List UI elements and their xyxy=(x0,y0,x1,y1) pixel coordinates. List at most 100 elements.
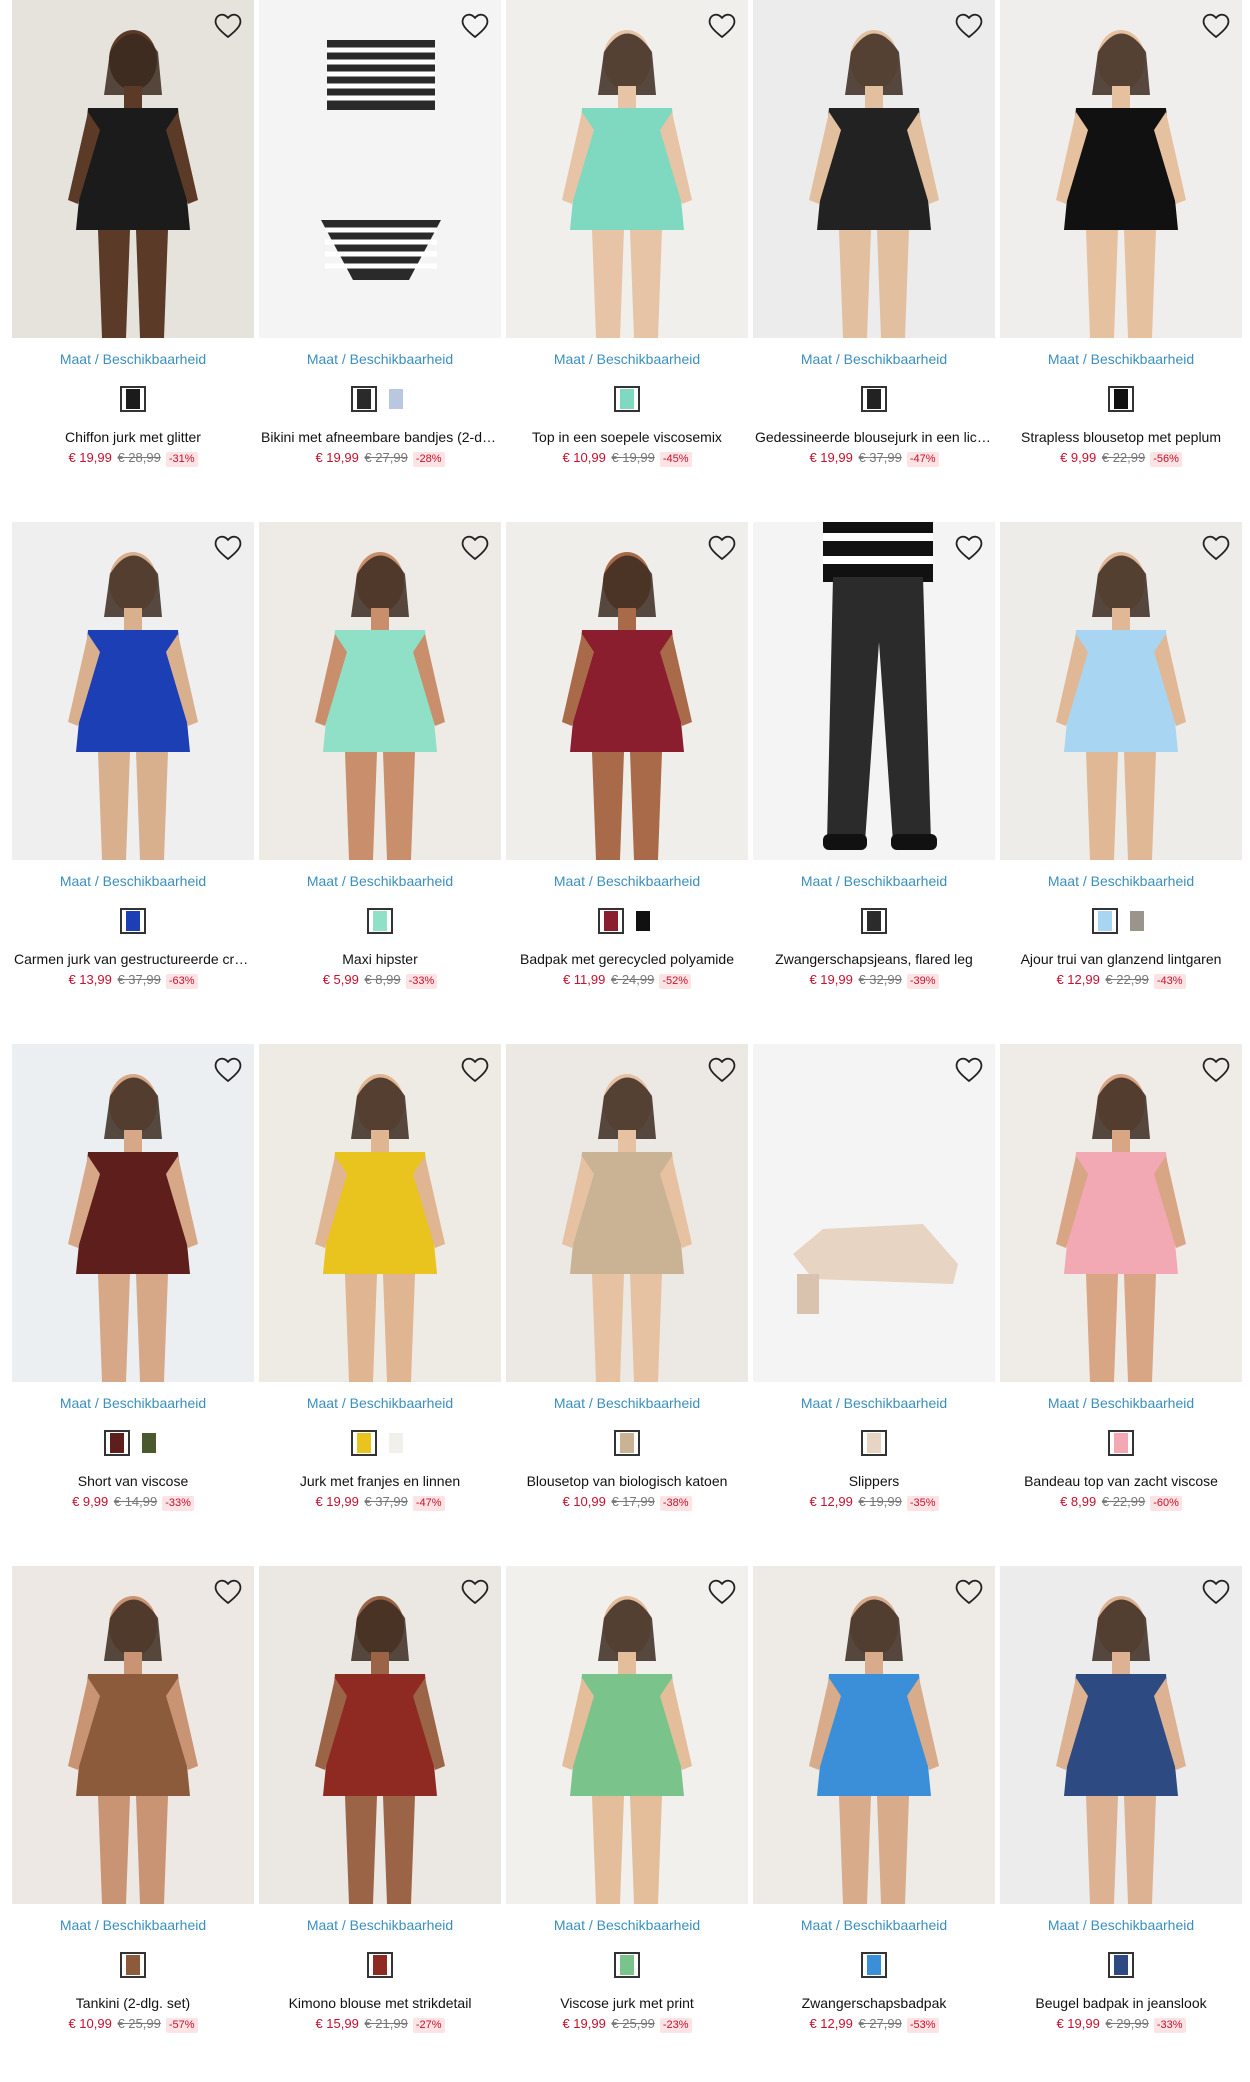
color-swatch[interactable] xyxy=(861,1952,887,1978)
size-availability-link[interactable]: Maat / Beschikbaarheid xyxy=(1000,872,1242,890)
wishlist-button[interactable] xyxy=(459,532,491,564)
product-name[interactable]: Kimono blouse met strikdetail xyxy=(259,1994,501,2012)
color-swatch[interactable] xyxy=(120,1952,146,1978)
wishlist-button[interactable] xyxy=(953,10,985,42)
color-swatch[interactable] xyxy=(1108,1430,1134,1456)
product-name[interactable]: Chiffon jurk met glitter xyxy=(12,428,254,446)
product-name[interactable]: Viscose jurk met print xyxy=(506,1994,748,2012)
product-name[interactable]: Blousetop van biologisch katoen xyxy=(506,1472,748,1490)
product-image[interactable] xyxy=(12,1566,254,1904)
color-swatch[interactable] xyxy=(136,1430,162,1456)
color-swatch[interactable] xyxy=(1124,908,1150,934)
size-availability-link[interactable]: Maat / Beschikbaarheid xyxy=(506,1394,748,1412)
size-availability-link[interactable]: Maat / Beschikbaarheid xyxy=(506,1916,748,1934)
wishlist-button[interactable] xyxy=(212,1054,244,1086)
product-card[interactable]: Maat / Beschikbaarheid Slippers € 12,99 € … xyxy=(753,1044,995,1524)
product-name[interactable]: Jurk met franjes en linnen xyxy=(259,1472,501,1490)
size-availability-link[interactable]: Maat / Beschikbaarheid xyxy=(12,1916,254,1934)
color-swatch[interactable] xyxy=(120,386,146,412)
color-swatch[interactable] xyxy=(630,908,656,934)
size-availability-link[interactable]: Maat / Beschikbaarheid xyxy=(259,872,501,890)
wishlist-button[interactable] xyxy=(706,1576,738,1608)
product-image[interactable] xyxy=(1000,1044,1242,1382)
color-swatch[interactable] xyxy=(614,386,640,412)
size-availability-link[interactable]: Maat / Beschikbaarheid xyxy=(1000,1394,1242,1412)
product-card[interactable]: Maat / Beschikbaarheid Badpak met gerecyc… xyxy=(506,522,748,1002)
product-image[interactable] xyxy=(12,0,254,338)
size-availability-link[interactable]: Maat / Beschikbaarheid xyxy=(259,1394,501,1412)
product-card[interactable]: Maat / Beschikbaarheid Short van viscose €… xyxy=(12,1044,254,1524)
wishlist-button[interactable] xyxy=(212,532,244,564)
size-availability-link[interactable]: Maat / Beschikbaarheid xyxy=(259,350,501,368)
product-name[interactable]: Beugel badpak in jeanslook xyxy=(1000,1994,1242,2012)
product-name[interactable]: Ajour trui van glanzend lintgaren xyxy=(1000,950,1242,968)
size-availability-link[interactable]: Maat / Beschikbaarheid xyxy=(506,872,748,890)
product-image[interactable] xyxy=(1000,0,1242,338)
product-card[interactable]: Maat / Beschikbaarheid Maxi hipster € 5,99… xyxy=(259,522,501,1002)
product-name[interactable]: Top in een soepele viscosemix xyxy=(506,428,748,446)
product-image[interactable] xyxy=(1000,522,1242,860)
color-swatch[interactable] xyxy=(861,908,887,934)
wishlist-button[interactable] xyxy=(1200,1054,1232,1086)
color-swatch[interactable] xyxy=(1108,1952,1134,1978)
size-availability-link[interactable]: Maat / Beschikbaarheid xyxy=(753,1394,995,1412)
product-image[interactable] xyxy=(506,522,748,860)
size-availability-link[interactable]: Maat / Beschikbaarheid xyxy=(12,1394,254,1412)
product-name[interactable]: Strapless blousetop met peplum xyxy=(1000,428,1242,446)
product-name[interactable]: Slippers xyxy=(753,1472,995,1490)
product-card[interactable]: Maat / Beschikbaarheid Bikini met afneemb… xyxy=(259,0,501,480)
product-name[interactable]: Zwangerschapsbadpak xyxy=(753,1994,995,2012)
size-availability-link[interactable]: Maat / Beschikbaarheid xyxy=(12,350,254,368)
wishlist-button[interactable] xyxy=(706,1054,738,1086)
wishlist-button[interactable] xyxy=(1200,10,1232,42)
product-image[interactable] xyxy=(506,1044,748,1382)
color-swatch[interactable] xyxy=(367,1952,393,1978)
product-card[interactable]: Maat / Beschikbaarheid Jurk met franjes e… xyxy=(259,1044,501,1524)
product-card[interactable]: Maat / Beschikbaarheid Ajour trui van gla… xyxy=(1000,522,1242,1002)
product-card[interactable]: Maat / Beschikbaarheid Carmen jurk van ge… xyxy=(12,522,254,1002)
color-swatch[interactable] xyxy=(351,1430,377,1456)
size-availability-link[interactable]: Maat / Beschikbaarheid xyxy=(753,350,995,368)
color-swatch[interactable] xyxy=(614,1952,640,1978)
product-name[interactable]: Bandeau top van zacht viscose xyxy=(1000,1472,1242,1490)
wishlist-button[interactable] xyxy=(706,532,738,564)
product-card[interactable]: Maat / Beschikbaarheid Zwangerschapsbadpa… xyxy=(753,1566,995,2046)
wishlist-button[interactable] xyxy=(706,10,738,42)
color-swatch[interactable] xyxy=(104,1430,130,1456)
product-image[interactable] xyxy=(1000,1566,1242,1904)
color-swatch[interactable] xyxy=(861,386,887,412)
size-availability-link[interactable]: Maat / Beschikbaarheid xyxy=(1000,350,1242,368)
product-card[interactable]: Maat / Beschikbaarheid Bandeau top van za… xyxy=(1000,1044,1242,1524)
size-availability-link[interactable]: Maat / Beschikbaarheid xyxy=(506,350,748,368)
wishlist-button[interactable] xyxy=(1200,1576,1232,1608)
size-availability-link[interactable]: Maat / Beschikbaarheid xyxy=(259,1916,501,1934)
product-name[interactable]: Gedessineerde blousejurk in een lichte s… xyxy=(753,428,995,446)
wishlist-button[interactable] xyxy=(953,532,985,564)
product-name[interactable]: Zwangerschapsjeans, flared leg xyxy=(753,950,995,968)
product-card[interactable]: Maat / Beschikbaarheid Viscose jurk met p… xyxy=(506,1566,748,2046)
product-card[interactable]: Maat / Beschikbaarheid Zwangerschapsjeans… xyxy=(753,522,995,1002)
product-card[interactable]: Maat / Beschikbaarheid Kimono blouse met … xyxy=(259,1566,501,2046)
wishlist-button[interactable] xyxy=(953,1054,985,1086)
color-swatch[interactable] xyxy=(383,386,409,412)
wishlist-button[interactable] xyxy=(212,10,244,42)
product-image[interactable] xyxy=(12,522,254,860)
product-card[interactable]: Maat / Beschikbaarheid Top in een soepele… xyxy=(506,0,748,480)
size-availability-link[interactable]: Maat / Beschikbaarheid xyxy=(753,872,995,890)
product-image[interactable] xyxy=(259,0,501,338)
product-card[interactable]: Maat / Beschikbaarheid Beugel badpak in j… xyxy=(1000,1566,1242,2046)
product-image[interactable] xyxy=(259,1044,501,1382)
product-card[interactable]: Maat / Beschikbaarheid Blousetop van biol… xyxy=(506,1044,748,1524)
color-swatch[interactable] xyxy=(351,386,377,412)
wishlist-button[interactable] xyxy=(1200,532,1232,564)
color-swatch[interactable] xyxy=(383,1430,409,1456)
product-name[interactable]: Short van viscose xyxy=(12,1472,254,1490)
color-swatch[interactable] xyxy=(861,1430,887,1456)
wishlist-button[interactable] xyxy=(459,1054,491,1086)
product-name[interactable]: Badpak met gerecycled polyamide xyxy=(506,950,748,968)
product-card[interactable]: Maat / Beschikbaarheid Gedessineerde blou… xyxy=(753,0,995,480)
product-card[interactable]: Maat / Beschikbaarheid Strapless blouseto… xyxy=(1000,0,1242,480)
size-availability-link[interactable]: Maat / Beschikbaarheid xyxy=(753,1916,995,1934)
product-image[interactable] xyxy=(12,1044,254,1382)
product-name[interactable]: Bikini met afneembare bandjes (2-delig) xyxy=(259,428,501,446)
